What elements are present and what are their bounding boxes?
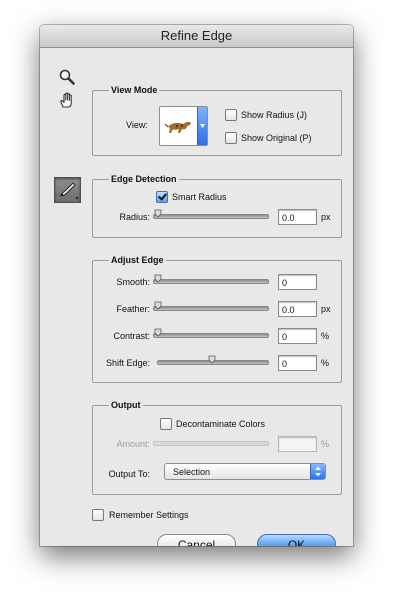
show-original-label: Show Original (P): [241, 133, 312, 143]
output-to-value: Selection: [173, 467, 211, 477]
amount-input[interactable]: [278, 436, 317, 452]
amount-label: Amount:: [116, 439, 150, 449]
radius-input[interactable]: 0.0: [278, 209, 317, 225]
view-dropdown-arrow[interactable]: [197, 107, 207, 145]
smooth-slider-thumb[interactable]: [154, 274, 162, 283]
decontaminate-colors-label: Decontaminate Colors: [176, 419, 266, 429]
output-to-label: Output To:: [108, 469, 150, 479]
view-mode-dropdown[interactable]: [159, 106, 208, 146]
feather-unit: px: [321, 304, 331, 314]
decontaminate-colors-checkbox[interactable]: [160, 418, 172, 430]
radius-label: Radius:: [119, 212, 150, 222]
feather-input[interactable]: 0.0: [278, 301, 317, 317]
shift-edge-label: Shift Edge:: [105, 358, 150, 368]
radius-slider-thumb[interactable]: [154, 209, 162, 218]
view-label: View:: [126, 120, 148, 130]
contrast-unit: %: [321, 331, 330, 341]
zoom-icon[interactable]: [58, 68, 76, 86]
amount-slider-track[interactable]: [153, 441, 269, 446]
show-radius-checkbox[interactable]: [225, 109, 237, 121]
remember-settings-label: Remember Settings: [109, 510, 189, 520]
contrast-slider-thumb[interactable]: [154, 328, 162, 337]
shift-edge-slider-thumb[interactable]: [208, 355, 216, 364]
shift-edge-unit: %: [321, 358, 330, 368]
updown-arrows-icon: [315, 466, 321, 477]
output-to-arrows[interactable]: [310, 464, 325, 479]
smooth-label: Smooth:: [116, 277, 150, 287]
dialog-title: Refine Edge: [40, 25, 353, 48]
feather-slider-track[interactable]: [153, 306, 269, 311]
contrast-slider-track[interactable]: [153, 333, 269, 338]
ok-button[interactable]: OK: [257, 534, 336, 546]
show-radius-label: Show Radius (J): [241, 110, 308, 120]
contrast-input[interactable]: 0: [278, 328, 317, 344]
shift-edge-input[interactable]: 0: [278, 355, 317, 371]
refine-radius-tool-button[interactable]: [54, 177, 81, 203]
output-to-dropdown[interactable]: Selection: [164, 463, 326, 480]
hand-icon[interactable]: [58, 91, 76, 109]
amount-unit: %: [321, 439, 330, 449]
refine-radius-brush-icon: [60, 182, 78, 200]
radius-unit: px: [321, 212, 331, 222]
smart-radius-checkbox[interactable]: [156, 191, 168, 203]
radius-slider-track[interactable]: [153, 214, 269, 219]
view-mode-title: View Mode: [109, 84, 160, 96]
cancel-button[interactable]: Cancel: [157, 534, 236, 546]
output-title: Output: [109, 399, 143, 411]
show-original-checkbox[interactable]: [225, 132, 237, 144]
view-thumbnail-icon: [165, 121, 191, 133]
edge-detection-title: Edge Detection: [109, 173, 179, 185]
chevron-down-icon: [200, 124, 205, 128]
smooth-slider-track[interactable]: [153, 279, 269, 284]
contrast-label: Contrast:: [113, 331, 150, 341]
feather-label: Feather:: [116, 304, 150, 314]
feather-slider-thumb[interactable]: [154, 301, 162, 310]
smart-radius-label: Smart Radius: [172, 192, 227, 202]
remember-settings-checkbox[interactable]: [92, 509, 104, 521]
adjust-edge-title: Adjust Edge: [109, 254, 166, 266]
dialog-content: View Mode View: Show Radius (J) Show Ori…: [40, 48, 353, 546]
smooth-input[interactable]: 0: [278, 274, 317, 290]
refine-edge-dialog: Refine Edge View Mode View: Show Radius …: [40, 25, 353, 546]
